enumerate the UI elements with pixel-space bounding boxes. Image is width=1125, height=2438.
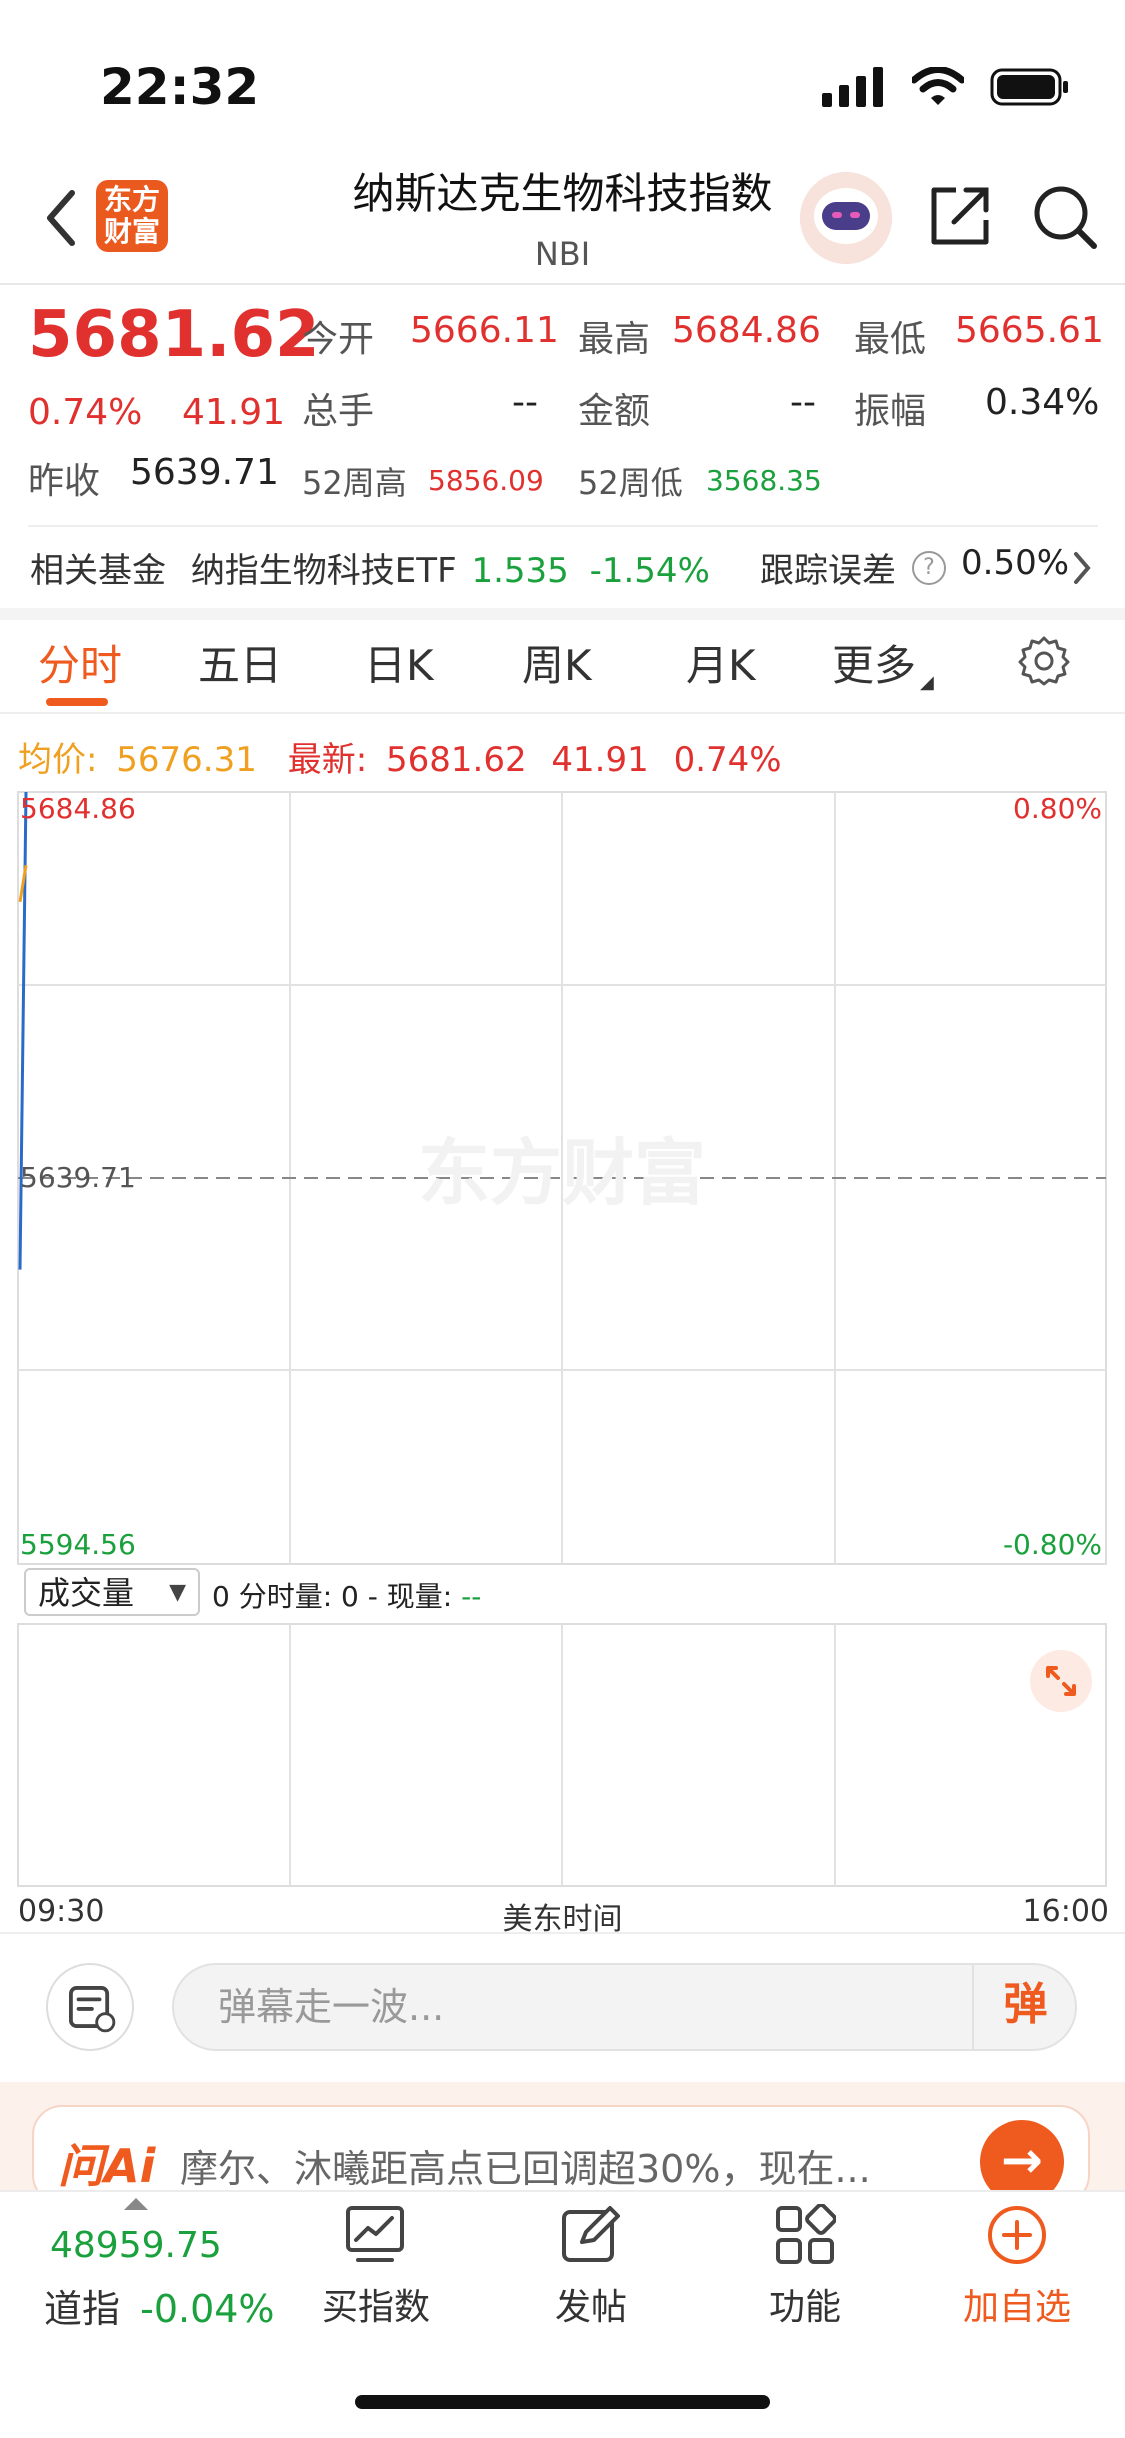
home-indicator [355,2395,770,2409]
high-label: 最高 [578,319,651,360]
prev-close-label: 昨收 [28,461,101,502]
wifi-icon [912,67,964,105]
chevron-right-icon[interactable] [1072,548,1094,588]
danmaku-input[interactable]: 弹幕走一波... [172,1963,1077,2051]
fund-divider [28,525,1098,527]
tabs-divider [0,712,1125,714]
chart-stats-row: 均价: 5676.31 最新: 5681.62 41.91 0.74% [18,732,782,781]
latest-label: 最新: [287,740,368,780]
volume-info-value: -- [461,1580,482,1613]
battery-icon [990,68,1068,106]
latest-value: 5681.62 [385,740,527,780]
search-icon[interactable] [1030,182,1100,252]
buy-index-label[interactable]: 买指数 [291,2278,461,2330]
low-label: 最低 [854,319,927,360]
functions-label[interactable]: 功能 [720,2278,890,2330]
tracking-error-label: 跟踪误差 [760,551,896,591]
intraday-chart[interactable]: 东方财富 5684.86 5639.71 5594.56 0.80% -0.80… [0,780,1125,1570]
pct-max-label: 0.80% [1013,792,1102,825]
assistant-avatar-icon[interactable] [800,172,892,264]
related-fund-label: 相关基金 [30,551,166,591]
share-icon[interactable] [926,182,994,250]
status-icons [822,62,1070,112]
signal-icon [822,67,883,107]
current-price: 5681.62 [28,298,320,372]
caret-up-icon[interactable] [124,2198,148,2210]
open-label: 今开 [302,319,375,360]
change-value: 41.91 [182,392,286,433]
tab-more-label: 更多 [832,641,917,690]
header-divider [0,283,1125,285]
series-layer [18,791,28,1270]
latest-percent: 0.74% [673,740,782,780]
watermark: 东方财富 [418,1131,706,1215]
caret-down-icon: ◢ [920,672,934,693]
tab-intraday[interactable]: 分时 [38,632,122,693]
related-fund-price: 1.535 [471,551,569,591]
y-mid-label: 5639.71 [20,1161,136,1194]
tab-active-indicator [46,698,108,706]
avg-price-value: 5676.31 [116,740,257,780]
tab-daily-k[interactable]: 日K [364,632,434,693]
dow-index-value[interactable]: 48959.75 [50,2225,222,2266]
amplitude-value: 0.34% [985,382,1100,423]
prev-close-value: 5639.71 [130,452,279,493]
volume-chart[interactable] [0,1620,1125,1892]
settings-gear-icon[interactable] [1018,634,1070,686]
amount-label: 金额 [578,391,651,432]
help-icon[interactable]: ? [912,551,946,585]
ai-banner-text: 摩尔、沐曦距高点已回调超30%，现在... [180,2147,871,2191]
volume-info: 0 分时量: 0 - 现量: -- [212,1575,481,1615]
volume-indicator-select[interactable]: 成交量 ▼ [24,1568,200,1616]
volume-select-label: 成交量 [38,1574,135,1612]
week52-low-value: 3568.35 [706,464,822,497]
amplitude-label: 振幅 [854,391,927,432]
dow-index-change: -0.04% [140,2287,275,2331]
amount-value: -- [790,382,816,423]
axis-divider [0,1932,1125,1934]
avg-price-label: 均价: [18,740,98,780]
volume-value: -- [512,382,538,423]
pct-min-label: -0.80% [1003,1528,1102,1561]
volume-info-text: 0 分时量: 0 - 现量: [212,1580,462,1613]
open-value: 5666.11 [410,310,559,351]
time-end-label: 16:00 [1022,1894,1109,1929]
related-fund-change: -1.54% [589,551,710,591]
tab-weekly-k[interactable]: 周K [522,632,592,693]
change-percent: 0.74% [28,392,143,433]
functions-grid-icon[interactable] [774,2204,836,2266]
related-fund-row[interactable]: 相关基金 纳指生物科技ETF 1.535 -1.54% [30,543,710,592]
latest-change: 41.91 [551,740,649,780]
week52-low-label: 52周低 [578,464,683,502]
add-watchlist-icon[interactable] [986,2204,1048,2266]
volume-label: 总手 [302,391,375,432]
add-watchlist-label[interactable]: 加自选 [932,2278,1102,2330]
status-time: 22:32 [100,58,260,116]
tab-more[interactable]: 更多 ◢ [832,632,934,693]
danmaku-send-button[interactable]: 弹 [972,1963,1077,2051]
section-divider [0,608,1125,620]
related-fund-name: 纳指生物科技ETF [190,551,457,591]
low-value: 5665.61 [955,310,1104,351]
tracking-error-value: 0.50% [961,543,1070,583]
dow-index-label[interactable]: 道指 -0.04% [44,2278,275,2333]
dropdown-arrow-icon: ▼ [169,1580,186,1605]
price-line [18,791,28,1270]
post-icon[interactable] [560,2204,622,2266]
high-value: 5684.86 [672,310,821,351]
buy-index-icon[interactable] [344,2204,406,2266]
week52-high-value: 5856.09 [428,464,544,497]
tab-monthly-k[interactable]: 月K [686,632,756,693]
y-max-label: 5684.86 [20,792,136,825]
ai-logo: 问Ai [58,2139,156,2193]
week52-high-label: 52周高 [302,464,407,502]
dow-index-name: 道指 [44,2287,121,2331]
tab-five-day[interactable]: 五日 [198,632,282,693]
y-min-label: 5594.56 [20,1528,136,1561]
post-label[interactable]: 发帖 [506,2278,676,2330]
expand-chart-icon[interactable] [1030,1650,1092,1712]
danmaku-settings-icon[interactable] [46,1963,134,2051]
